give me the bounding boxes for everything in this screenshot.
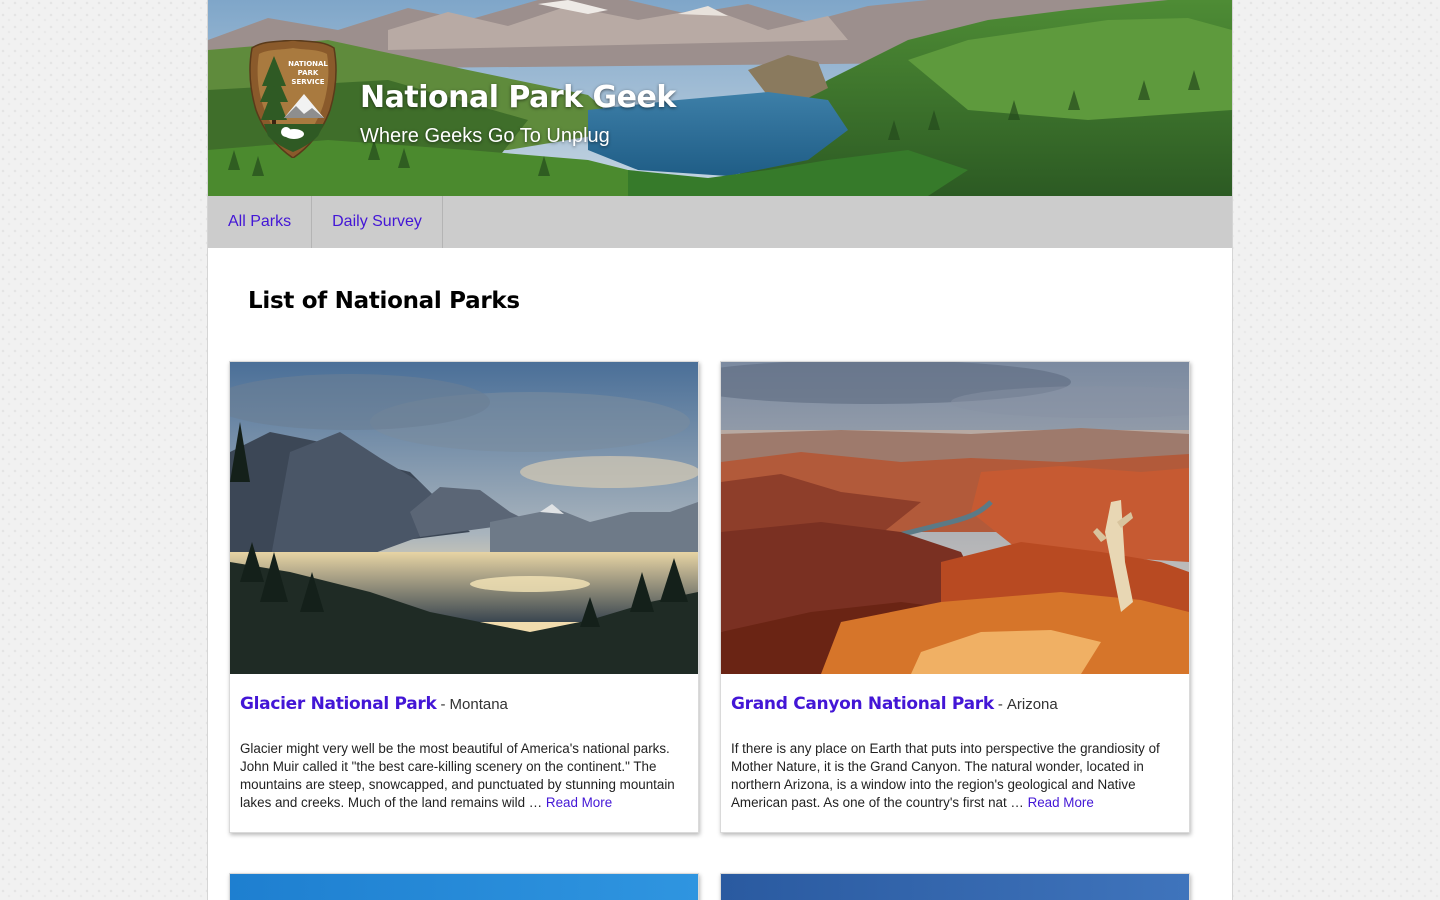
park-state: Montana	[449, 696, 508, 713]
park-description: If there is any place on Earth that puts…	[731, 740, 1179, 812]
site-title: National Park Geek	[360, 80, 676, 115]
park-image-grand-canyon[interactable]	[721, 362, 1189, 674]
park-description-text: If there is any place on Earth that puts…	[731, 741, 1160, 810]
read-more-link[interactable]: Read More	[1028, 795, 1094, 810]
page-title: List of National Parks	[248, 288, 520, 314]
site-tagline: Where Geeks Go To Unplug	[360, 125, 610, 147]
title-separator: -	[440, 696, 446, 713]
park-image-glacier[interactable]	[230, 362, 698, 674]
park-card-partial	[229, 873, 699, 900]
park-image-partial[interactable]	[230, 874, 698, 900]
card-body: Grand Canyon National Park - Arizona If …	[721, 694, 1189, 812]
park-card-partial	[720, 873, 1190, 900]
svg-text:SERVICE: SERVICE	[291, 78, 324, 86]
park-name-link[interactable]: Glacier National Park	[240, 694, 437, 714]
park-image-partial[interactable]	[721, 874, 1189, 900]
page-container: NATIONAL PARK SERVICE National Park Geek…	[207, 0, 1233, 900]
park-card-glacier: Glacier National Park - Montana Glacier …	[229, 361, 699, 833]
svg-text:NATIONAL: NATIONAL	[288, 60, 328, 68]
nav-item-daily-survey[interactable]: Daily Survey	[312, 196, 443, 248]
site-header-banner: NATIONAL PARK SERVICE National Park Geek…	[208, 0, 1232, 196]
nps-arrowhead-logo: NATIONAL PARK SERVICE	[249, 40, 337, 158]
read-more-link[interactable]: Read More	[546, 795, 612, 810]
svg-text:PARK: PARK	[298, 69, 319, 77]
main-navigation: All Parks Daily Survey	[208, 196, 1232, 248]
card-body: Glacier National Park - Montana Glacier …	[230, 694, 698, 812]
park-name-link[interactable]: Grand Canyon National Park	[731, 694, 994, 714]
card-title-row: Grand Canyon National Park - Arizona	[731, 694, 1179, 720]
park-card-grand-canyon: Grand Canyon National Park - Arizona If …	[720, 361, 1190, 833]
card-title-row: Glacier National Park - Montana	[240, 694, 688, 720]
title-separator: -	[997, 696, 1003, 713]
park-state: Arizona	[1006, 696, 1058, 713]
nav-item-all-parks[interactable]: All Parks	[208, 196, 313, 248]
park-description: Glacier might very well be the most beau…	[240, 740, 688, 812]
